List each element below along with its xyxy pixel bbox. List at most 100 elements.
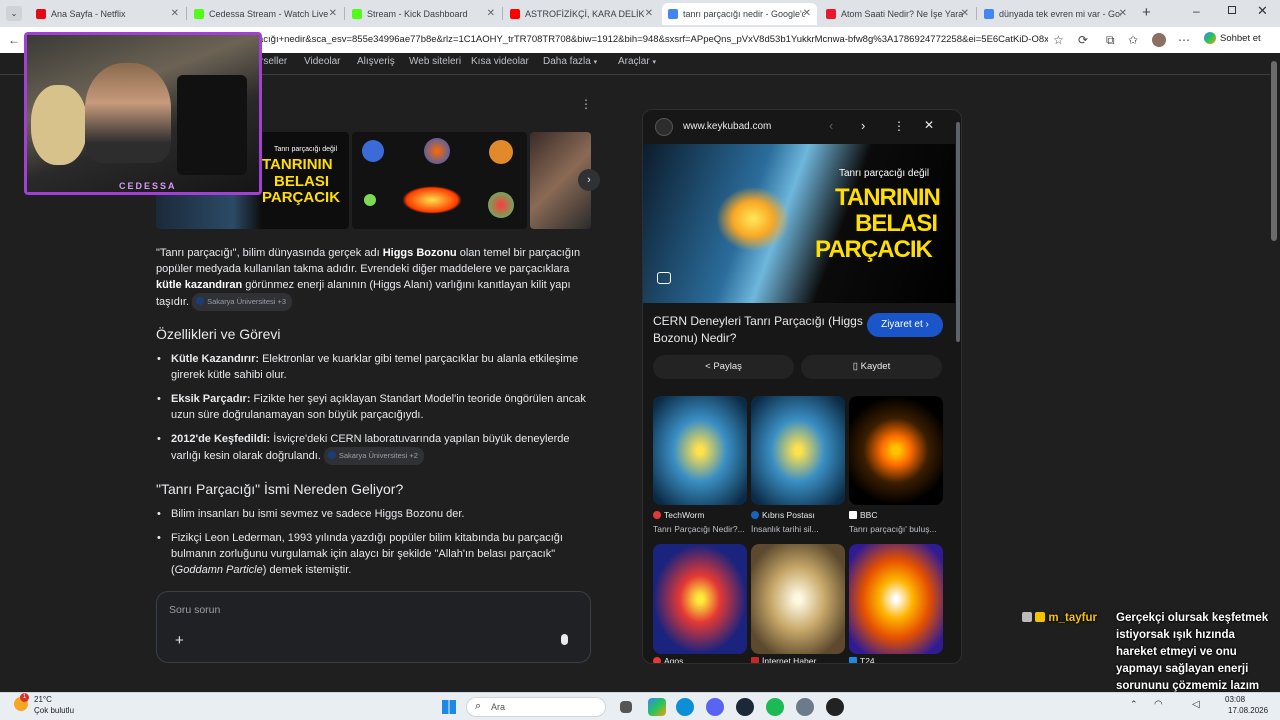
- related-image-4[interactable]: [653, 544, 747, 654]
- nav-item-shopping[interactable]: Alışveriş: [357, 56, 395, 67]
- close-window-button[interactable]: ✕: [1257, 3, 1268, 19]
- source-chip[interactable]: Sakarya Üniversitesi +2: [323, 447, 424, 465]
- clock-date[interactable]: 17.08.2026: [1228, 706, 1268, 715]
- related-image-3[interactable]: [849, 396, 943, 505]
- refresh-icon[interactable]: ⟳: [1078, 33, 1088, 47]
- nav-item-videos[interactable]: Videolar: [304, 56, 341, 67]
- tab-close-icon[interactable]: ✕: [961, 8, 969, 19]
- plus-icon[interactable]: +: [175, 632, 184, 649]
- tab-close-icon[interactable]: ✕: [645, 8, 653, 19]
- ask-question-box[interactable]: Soru sorun +: [156, 591, 591, 663]
- related-source-label: T24: [860, 656, 875, 664]
- close-icon[interactable]: ✕: [924, 118, 934, 132]
- more-menu-icon[interactable]: ⋯: [1178, 33, 1190, 47]
- profile-avatar[interactable]: [1152, 33, 1166, 47]
- bookmark-icon: ▯: [852, 361, 858, 372]
- preview-burst: [713, 184, 793, 254]
- chevron-left-icon[interactable]: ‹: [829, 118, 833, 133]
- favorites-icon[interactable]: ✩: [1128, 33, 1138, 47]
- list-item: Eksik Parçadır: Fizikte her şeyi açıklay…: [157, 391, 591, 423]
- browser-tab[interactable]: dünyada tek evren mi var - Google✕: [978, 3, 1133, 25]
- browser-tab[interactable]: Cedessa Stream - Watch Live on Ki✕: [188, 3, 343, 25]
- save-button[interactable]: ▯ Kaydet: [801, 355, 942, 379]
- browser-tab[interactable]: ASTROFİZİKÇİ, KARA DELİK VE SO✕: [504, 3, 659, 25]
- clock-time[interactable]: 03:08: [1225, 695, 1245, 704]
- tab-favicon-icon: [194, 9, 204, 19]
- nav-item-tools[interactable]: Araçlar ▾: [618, 56, 656, 67]
- taskbar-search[interactable]: ⌕ Ara: [466, 697, 606, 717]
- related-title-2[interactable]: İnsanlık tarihi sil...: [751, 524, 819, 534]
- tray-chevron-icon[interactable]: ⌃: [1130, 699, 1138, 710]
- microphone-icon[interactable]: [561, 634, 568, 645]
- related-title-3[interactable]: Tanrı parçacığı' buluş...: [849, 524, 937, 534]
- visit-button[interactable]: Ziyaret et ›: [867, 313, 943, 337]
- preview-image[interactable]: Tanrı parçacığı değil TANRININ BELASI PA…: [643, 144, 955, 303]
- nav-item-websites[interactable]: Web siteleri: [409, 56, 461, 67]
- wifi-icon[interactable]: ◠: [1154, 699, 1163, 710]
- related-image-6[interactable]: [849, 544, 943, 654]
- obs-icon[interactable]: [826, 698, 844, 716]
- task-view-icon[interactable]: [620, 701, 632, 713]
- browser-tab[interactable]: tanrı parçacığı nedir - Google'da A✕: [662, 3, 817, 25]
- diagram-circle: [488, 192, 514, 218]
- related-source-label: İnternet Haber: [762, 656, 817, 664]
- edge-icon[interactable]: [676, 698, 694, 716]
- share-button[interactable]: < Paylaş: [653, 355, 794, 379]
- overview-menu-icon[interactable]: ⋮: [580, 97, 592, 111]
- back-arrow-icon[interactable]: ←: [8, 33, 20, 47]
- section-heading-features: Özellikleri ve Görevi: [156, 326, 281, 342]
- minimize-button[interactable]: –: [1193, 4, 1200, 18]
- spotify-icon[interactable]: [766, 698, 784, 716]
- panel-domain[interactable]: www.keykubad.com: [683, 121, 771, 132]
- badge-icon: [1035, 612, 1046, 622]
- page-scrollbar-thumb[interactable]: [1271, 61, 1277, 241]
- related-image-5[interactable]: [751, 544, 845, 654]
- discord-icon[interactable]: [706, 698, 724, 716]
- volume-icon[interactable]: ◁: [1192, 699, 1200, 710]
- panel-scrollbar[interactable]: [956, 122, 960, 342]
- list-item: 2012'de Keşfedildi: İsviçre'deki CERN la…: [157, 431, 593, 465]
- nav-item-more[interactable]: Daha fazla ▾: [543, 56, 597, 67]
- windows-start-icon[interactable]: [442, 700, 456, 714]
- related-image-1[interactable]: [653, 396, 747, 505]
- settings-icon[interactable]: [796, 698, 814, 716]
- list-item-label: 2012'de Keşfedildi:: [171, 433, 271, 445]
- more-vert-icon[interactable]: ⋮: [893, 119, 905, 133]
- panel-title[interactable]: CERN Deneyleri Tanrı Parçacığı (Higgs Bo…: [653, 313, 863, 347]
- tab-close-icon[interactable]: ✕: [171, 8, 179, 19]
- chat-button[interactable]: Sohbet et: [1204, 32, 1261, 44]
- related-source-label: Agos: [664, 656, 684, 664]
- intro-paragraph: "Tanrı parçacığı", bilim dünyasında gerç…: [156, 245, 592, 311]
- related-title-1[interactable]: Tanrı Parçacığı Nedir?...: [653, 524, 745, 534]
- tab-close-icon[interactable]: ✕: [1119, 8, 1127, 19]
- restore-button[interactable]: [1228, 6, 1236, 14]
- tab-menu-button[interactable]: ⌄: [6, 6, 22, 21]
- caret-down-icon: ▾: [593, 59, 598, 66]
- thumb-title-line-2: TANRININ: [262, 156, 333, 173]
- browser-tab[interactable]: Atom Saati Nedir? Ne İşe Yarar? N✕: [820, 3, 975, 25]
- preview-title-line-2: TANRININ: [835, 184, 941, 211]
- weather-desc: Çok bulutlu: [34, 706, 75, 715]
- address-input[interactable]: acığı+nedir&sca_esv=855e34996ae77b8e&rlz…: [258, 34, 1048, 45]
- chevron-right-icon[interactable]: ›: [861, 118, 865, 133]
- badge-icon: [1022, 612, 1032, 622]
- tab-close-icon[interactable]: ✕: [329, 8, 337, 19]
- chevron-right-icon[interactable]: ›: [578, 169, 600, 191]
- star-icon[interactable]: ☆: [1053, 33, 1064, 47]
- browser-tab[interactable]: Stream - Kick Dashboard ✕: [346, 3, 501, 25]
- lens-icon[interactable]: [657, 272, 671, 284]
- nav-item-images[interactable]: rseller: [260, 56, 287, 67]
- question-input-placeholder[interactable]: Soru sorun: [169, 604, 220, 616]
- split-screen-icon[interactable]: ⧉: [1106, 33, 1115, 48]
- related-image-2[interactable]: [751, 396, 845, 505]
- tab-close-icon[interactable]: ✕: [803, 8, 811, 19]
- browser-tab[interactable]: Ana Sayfa - Netflix ✕: [30, 3, 185, 25]
- tab-close-icon[interactable]: ✕: [487, 8, 495, 19]
- source-chip[interactable]: Sakarya Üniversitesi +3: [192, 293, 293, 311]
- new-tab-button[interactable]: +: [1142, 4, 1151, 21]
- steam-icon[interactable]: [736, 698, 754, 716]
- page-scrollbar[interactable]: [1270, 53, 1278, 692]
- copilot-taskbar-icon[interactable]: [648, 698, 666, 716]
- nav-item-short-videos[interactable]: Kısa videolar: [471, 56, 529, 67]
- image-thumb-2[interactable]: [352, 132, 527, 229]
